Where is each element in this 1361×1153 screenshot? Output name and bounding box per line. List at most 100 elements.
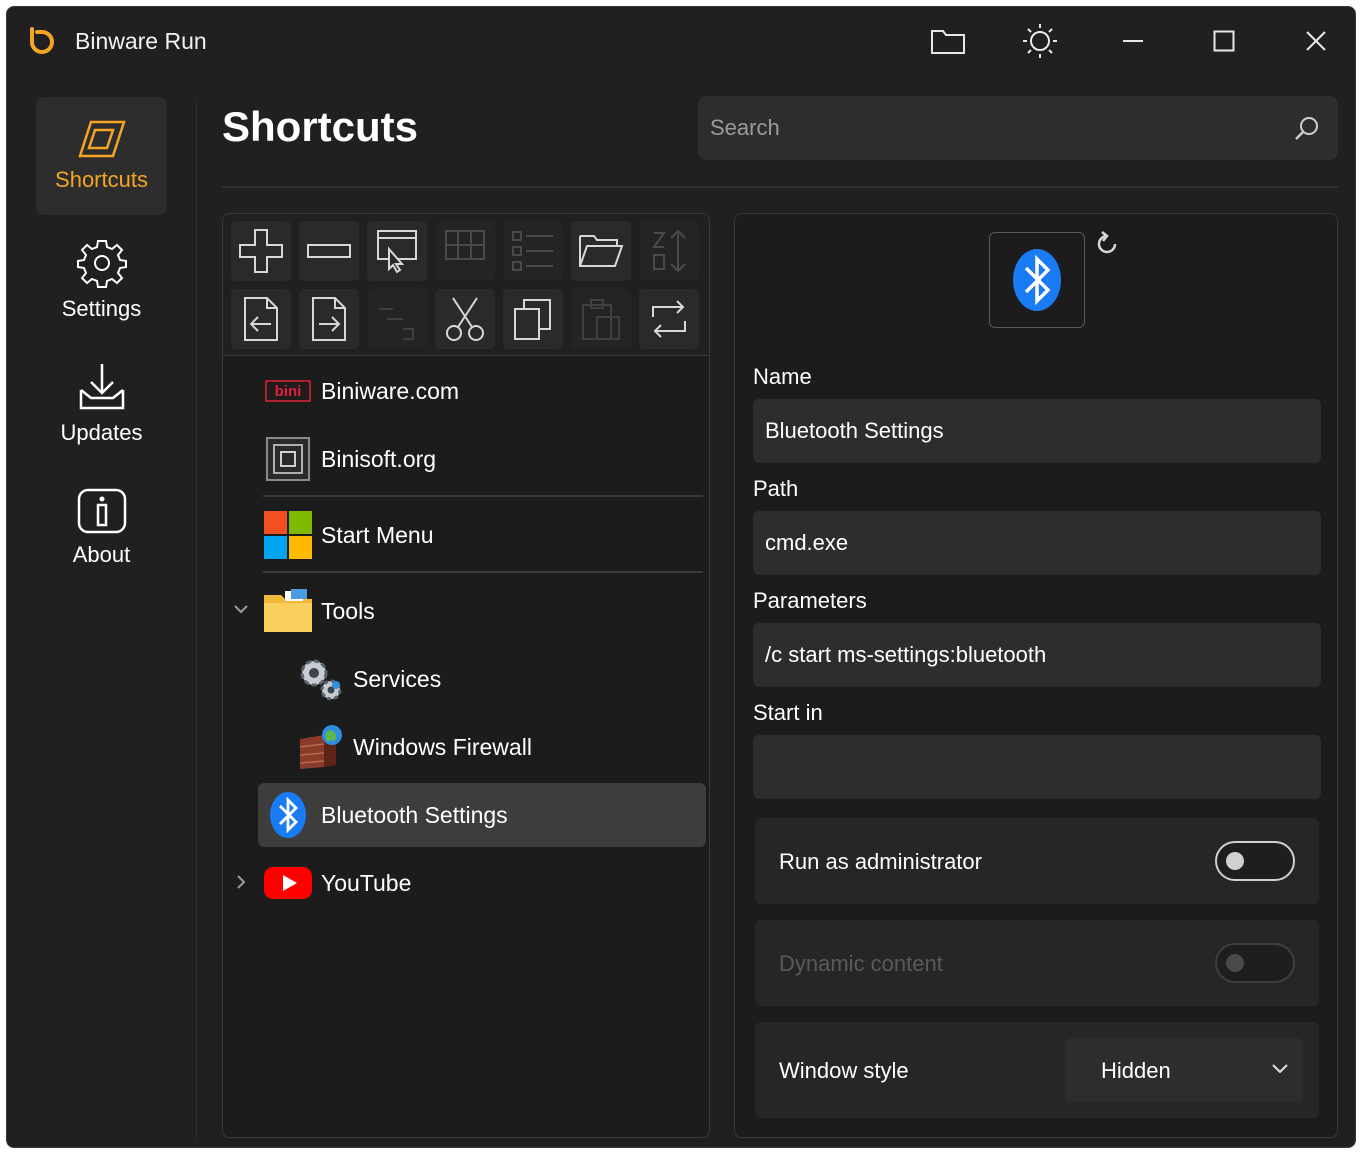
start-in-field[interactable] — [753, 735, 1321, 799]
tree-item-services[interactable]: Services — [295, 647, 703, 711]
youtube-icon — [263, 858, 313, 908]
svg-text:bini: bini — [275, 383, 302, 400]
minimize-button[interactable] — [1110, 21, 1156, 61]
list-button[interactable] — [503, 221, 563, 281]
add-icon — [239, 229, 283, 273]
nav-divider — [196, 99, 197, 1139]
start-in-label: Start in — [753, 700, 823, 725]
window-style-label: Window style — [779, 1058, 909, 1083]
reset-icon-button[interactable] — [1093, 230, 1121, 258]
export-button[interactable] — [299, 289, 359, 349]
tree-item-label: Windows Firewall — [353, 733, 532, 760]
theme-sun-icon — [1023, 24, 1057, 58]
sort-button[interactable] — [639, 221, 699, 281]
indent-icon — [379, 308, 414, 340]
window-style-dropdown[interactable]: Hidden — [1065, 1038, 1303, 1102]
path-label: Path — [753, 476, 799, 501]
app-window: Binware Run Shortcuts Settings Updates A… — [6, 6, 1356, 1148]
shortcuts-icon — [77, 120, 126, 158]
tree-item-bluetooth-settings[interactable]: Bluetooth Settings — [258, 783, 706, 847]
nav-item-shortcuts[interactable]: Shortcuts — [36, 97, 167, 215]
open-folder-tool-button[interactable] — [571, 221, 631, 281]
pick-window-button[interactable] — [367, 221, 427, 281]
remove-button[interactable] — [299, 221, 359, 281]
nav-item-about[interactable]: About — [36, 469, 167, 587]
tree-item-windows-firewall[interactable]: Windows Firewall — [295, 715, 703, 779]
grid-pick-button[interactable] — [435, 221, 495, 281]
path-field-value: cmd.exe — [765, 530, 849, 555]
paste-button[interactable] — [571, 289, 631, 349]
firewall-icon — [295, 722, 345, 772]
pick-window-icon — [377, 230, 417, 274]
windows-logo-icon — [263, 510, 313, 560]
tree-item-youtube[interactable]: YouTube — [263, 851, 703, 915]
copy-button[interactable] — [503, 289, 563, 349]
dynamic-content-toggle[interactable] — [1215, 943, 1295, 983]
search-input[interactable] — [698, 96, 1278, 160]
tree-item-label: Biniware.com — [321, 377, 460, 404]
path-field[interactable]: cmd.exe — [753, 511, 1321, 575]
page-title: Shortcuts — [222, 103, 419, 150]
cut-icon — [446, 297, 484, 341]
services-gears-icon — [295, 654, 345, 704]
nav-item-settings[interactable]: Settings — [36, 221, 167, 339]
cut-button[interactable] — [435, 289, 495, 349]
tree-item-biniware[interactable]: bini Biniware.com — [263, 359, 703, 423]
maximize-button[interactable] — [1201, 21, 1247, 61]
bluetooth-icon — [263, 790, 313, 840]
chevron-down-icon — [1272, 1064, 1288, 1074]
tree-item-label: Services — [353, 665, 442, 692]
tree-item-tools[interactable]: Tools — [263, 579, 703, 643]
parameters-field-value: /c start ms-settings:bluetooth — [765, 642, 1047, 667]
biniware-run-logo-icon — [30, 27, 54, 54]
run-as-admin-toggle[interactable] — [1215, 841, 1295, 881]
import-button[interactable] — [231, 289, 291, 349]
open-folder-button[interactable] — [925, 21, 971, 61]
minimize-icon — [1123, 40, 1143, 42]
nav-label-settings: Settings — [61, 296, 142, 321]
title-bar: Binware Run — [7, 7, 1355, 77]
shortcut-icon-button[interactable] — [989, 232, 1085, 328]
import-icon — [244, 297, 278, 341]
maximize-icon — [1213, 30, 1235, 52]
name-field[interactable]: Bluetooth Settings — [753, 399, 1321, 463]
search-icon[interactable] — [1294, 116, 1320, 142]
header-divider — [222, 186, 1338, 188]
toggle-knob — [1226, 852, 1244, 870]
tree-separator — [263, 495, 703, 497]
close-icon — [1306, 31, 1326, 51]
bluetooth-icon — [1013, 249, 1061, 311]
nav-item-updates[interactable]: Updates — [36, 345, 167, 463]
indent-button[interactable] — [367, 289, 427, 349]
refresh-button[interactable] — [639, 289, 699, 349]
run-as-admin-card: Run as administrator — [755, 818, 1319, 904]
name-field-value: Bluetooth Settings — [765, 418, 944, 443]
dynamic-content-card: Dynamic content — [755, 920, 1319, 1006]
window-style-card: Window style Hidden — [755, 1022, 1319, 1118]
chevron-right-icon[interactable] — [235, 874, 247, 890]
run-as-admin-label: Run as administrator — [779, 849, 982, 874]
gear-icon — [76, 240, 127, 288]
tree-item-binisoft[interactable]: Binisoft.org — [263, 427, 703, 491]
folder-icon — [931, 30, 965, 54]
tree-item-label: Binisoft.org — [321, 445, 437, 472]
tree-item-label: Bluetooth Settings — [321, 801, 508, 828]
list-icon — [512, 231, 553, 271]
open-folder-icon — [579, 235, 624, 267]
refresh-icon — [652, 300, 686, 338]
download-icon — [79, 364, 124, 410]
parameters-field[interactable]: /c start ms-settings:bluetooth — [753, 623, 1321, 687]
tree-separator — [263, 571, 703, 573]
tree-item-label: Start Menu — [321, 521, 434, 548]
chevron-down-icon[interactable] — [233, 603, 249, 615]
tree-item-start-menu[interactable]: Start Menu — [263, 503, 703, 567]
add-button[interactable] — [231, 221, 291, 281]
binisoft-logo-icon — [263, 434, 313, 484]
nav-label-updates: Updates — [60, 420, 143, 445]
search-box — [698, 96, 1338, 160]
window-style-value: Hidden — [1101, 1058, 1171, 1083]
theme-toggle-button[interactable] — [1017, 21, 1063, 61]
tree-item-label: YouTube — [321, 869, 412, 896]
close-button[interactable] — [1293, 21, 1339, 61]
shortcut-details-panel: Name Bluetooth Settings Path cmd.exe Par… — [734, 213, 1338, 1138]
